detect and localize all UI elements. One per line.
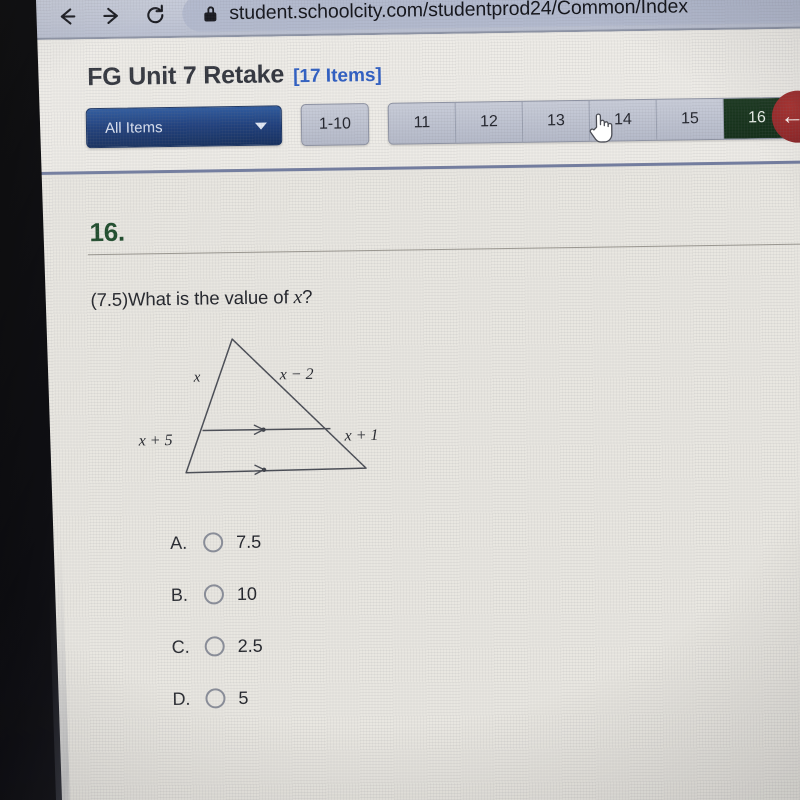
answer-choice-d[interactable]: D. 5 (172, 685, 263, 712)
choice-letter: A. (170, 532, 188, 553)
question-prompt-text: What is the value of (127, 286, 294, 310)
page-body: FG Unit 7 Retake [17 Items] All Items 1-… (34, 28, 800, 800)
question-variable: x (293, 287, 303, 309)
page-number-group: 11 12 13 14 15 16 17 (387, 95, 800, 145)
radio-button[interactable] (205, 688, 226, 709)
browser-nav-controls (56, 0, 167, 37)
forward-arrow-icon[interactable] (100, 5, 122, 27)
header-divider (36, 160, 800, 175)
photo-of-laptop-screen: student.schoolcity.com/studentprod24/Com… (0, 0, 800, 800)
choice-value: 7.5 (235, 531, 262, 552)
left-arrow-icon: ← (780, 102, 800, 130)
lock-icon (204, 5, 217, 21)
question-number: 16. (89, 216, 126, 248)
chevron-down-icon (254, 122, 268, 130)
page-button-13[interactable]: 13 (522, 100, 591, 142)
all-items-dropdown-label: All Items (104, 118, 163, 137)
url-text: student.schoolcity.com/studentprod24/Com… (229, 0, 689, 24)
back-arrow-icon[interactable] (56, 5, 78, 27)
question-prompt: (7.5)What is the value of x? (90, 286, 312, 312)
triangle-figure (185, 338, 367, 475)
page-title: FG Unit 7 Retake [17 Items] (87, 59, 382, 92)
diagram-label-right-lower: x + 1 (344, 426, 379, 445)
choice-value: 2.5 (237, 635, 263, 656)
choice-value: 5 (238, 687, 249, 708)
page-button-14[interactable]: 14 (589, 99, 658, 141)
triangle-diagram: x x − 2 x + 5 x + 1 (131, 326, 434, 505)
page-button-11[interactable]: 11 (388, 102, 457, 144)
radio-button[interactable] (203, 584, 225, 605)
choice-letter: B. (170, 584, 189, 605)
choice-letter: D. (172, 688, 191, 709)
answer-choice-list: A. 7.5 B. 10 C. 2.5 D. 5 (170, 529, 264, 712)
browser-screen: student.schoolcity.com/studentprod24/Com… (34, 0, 800, 800)
choice-letter: C. (171, 636, 190, 657)
choice-value: 10 (236, 583, 258, 604)
item-navigation-toolbar: All Items 1-10 11 12 13 14 15 16 17 (85, 94, 800, 149)
page-button-15[interactable]: 15 (656, 98, 725, 140)
question-prompt-end: ? (301, 285, 313, 308)
page-range-group: 1-10 (300, 103, 370, 147)
assessment-header: FG Unit 7 Retake [17 Items] All Items 1-… (34, 28, 800, 175)
reload-icon[interactable] (144, 4, 166, 26)
answer-choice-a[interactable]: A. 7.5 (170, 529, 261, 556)
page-button-1-10[interactable]: 1-10 (301, 104, 369, 146)
radio-button[interactable] (204, 636, 225, 657)
diagram-label-left-lower: x + 5 (138, 431, 173, 450)
question-points: (7.5) (90, 288, 129, 311)
question-divider (87, 243, 800, 256)
diagram-label-right-upper: x − 2 (279, 365, 314, 384)
assessment-title: FG Unit 7 Retake (87, 60, 285, 92)
answer-choice-b[interactable]: B. 10 (171, 581, 262, 608)
answer-choice-c[interactable]: C. 2.5 (172, 633, 263, 660)
item-count-badge: [17 Items] (292, 64, 382, 88)
page-button-12[interactable]: 12 (455, 101, 524, 143)
all-items-dropdown[interactable]: All Items (85, 105, 283, 149)
diagram-label-left-upper: x (193, 369, 201, 386)
radio-button[interactable] (203, 532, 224, 553)
